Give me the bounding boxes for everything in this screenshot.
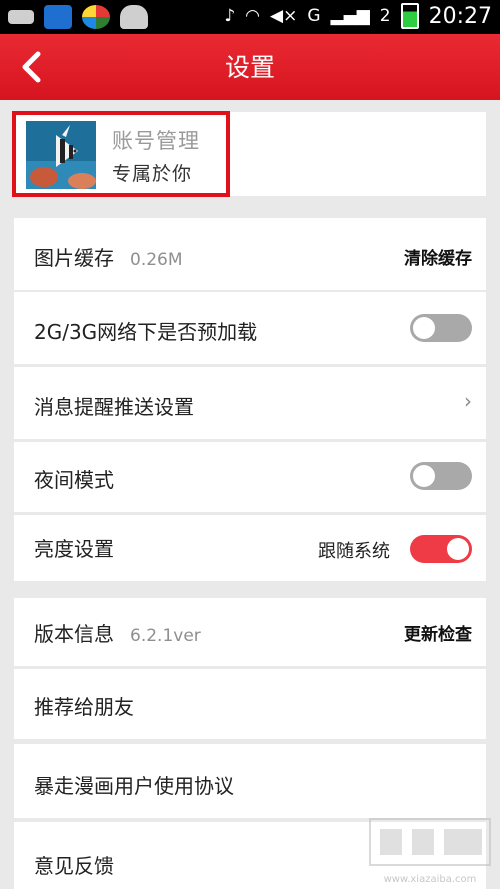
brightness-label: 亮度设置 <box>34 537 114 561</box>
toggle-knob <box>413 317 435 339</box>
check-update-button[interactable]: 更新检查 <box>404 620 472 645</box>
status-time: 20:27 <box>428 3 492 29</box>
usb-icon <box>8 10 34 24</box>
settings-row-brightness: 亮度设置 跟随系统 <box>14 515 486 581</box>
night-mode-label: 夜间模式 <box>34 468 114 492</box>
watermark-logo: www.xiazaiba.com <box>364 813 496 885</box>
browser-app-icon <box>82 5 110 29</box>
settings-row-agreement[interactable]: 暴走漫画用户使用协议 <box>14 744 486 818</box>
feedback-label: 意见反馈 <box>34 854 114 878</box>
music-note-icon: ♪ <box>224 6 236 26</box>
settings-row-push[interactable]: 消息提醒推送设置 › <box>14 367 486 439</box>
system-icons: ♪ ◠ ◀× G ▂▄▆ 2 20:27 <box>224 3 492 29</box>
battery-icon <box>400 3 419 29</box>
version-label: 版本信息 <box>34 622 114 646</box>
settings-row-preload[interactable]: 2G/3G网络下是否预加载 <box>14 292 486 364</box>
settings-row-version: 版本信息 6.2.1ver 更新检查 <box>14 598 486 666</box>
follow-system-label: 跟随系统 <box>318 541 390 562</box>
mute-icon: ◀× <box>270 6 298 26</box>
version-value: 6.2.1ver <box>130 626 201 646</box>
follow-system-toggle[interactable] <box>410 535 472 563</box>
settings-row-night-mode[interactable]: 夜间模式 <box>14 442 486 512</box>
app-header: 设置 <box>0 34 500 100</box>
signal-icon: ▂▄▆ <box>330 6 370 26</box>
android-icon <box>120 5 148 29</box>
roaming-icon: 2 <box>379 6 391 26</box>
clear-cache-button[interactable]: 清除缓存 <box>404 244 472 269</box>
chevron-right-icon: › <box>464 389 472 413</box>
push-settings-label: 消息提醒推送设置 <box>34 395 194 419</box>
cache-size-value: 0.26M <box>130 250 183 270</box>
cache-label: 图片缓存 <box>34 246 114 270</box>
cloud-app-icon <box>44 5 72 29</box>
account-title: 账号管理 <box>112 129 200 153</box>
network-type-label: G <box>307 6 321 26</box>
watermark-text: www.xiazaiba.com <box>383 874 477 885</box>
preload-toggle[interactable] <box>410 314 472 342</box>
recommend-label: 推荐给朋友 <box>34 695 134 719</box>
agreement-label: 暴走漫画用户使用协议 <box>34 774 234 798</box>
account-subtitle: 专属於你 <box>112 163 193 185</box>
toggle-knob <box>413 465 435 487</box>
night-mode-toggle[interactable] <box>410 462 472 490</box>
settings-row-recommend[interactable]: 推荐给朋友 <box>14 669 486 739</box>
status-bar: ♪ ◠ ◀× G ▂▄▆ 2 20:27 <box>0 0 500 34</box>
toggle-knob <box>447 538 469 560</box>
avatar <box>26 121 96 189</box>
notification-icons <box>8 5 148 29</box>
preload-label: 2G/3G网络下是否预加载 <box>34 320 258 344</box>
account-management[interactable]: 账号管理 专属於你 <box>12 111 230 197</box>
wifi-icon: ◠ <box>245 6 261 26</box>
page-title: 设置 <box>224 53 275 82</box>
settings-row-cache: 图片缓存 0.26M 清除缓存 <box>14 218 486 290</box>
